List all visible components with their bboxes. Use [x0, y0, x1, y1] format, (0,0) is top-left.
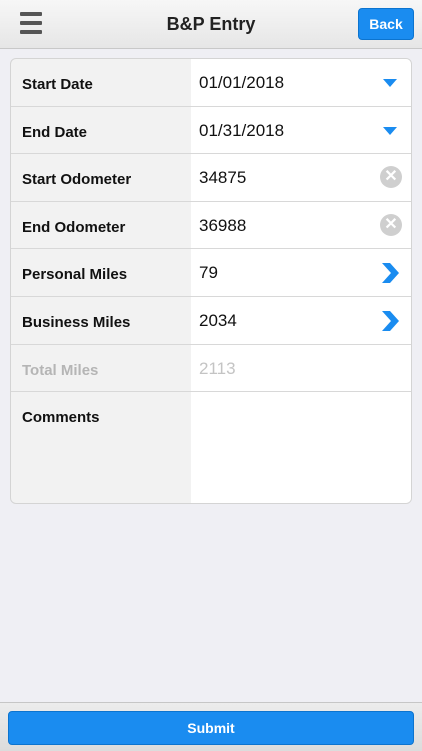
chevron-right-icon[interactable]: [377, 260, 403, 286]
start-odometer-value: 34875: [199, 168, 247, 188]
personal-miles-label: Personal Miles: [22, 266, 128, 284]
end-odometer-field[interactable]: 36988 ✕: [191, 201, 411, 249]
entry-form: Start Date 01/01/2018 End Date 01/31/201…: [10, 58, 412, 504]
total-miles-field: 2113: [191, 344, 411, 392]
start-odometer-field[interactable]: 34875 ✕: [191, 154, 411, 201]
total-miles-row: Total Miles 2113: [11, 344, 411, 393]
comments-row: Comments: [11, 392, 411, 503]
end-odometer-row: End Odometer 36988 ✕: [11, 201, 411, 250]
clear-icon[interactable]: ✕: [380, 213, 402, 236]
business-miles-row[interactable]: Business Miles 2034: [11, 296, 411, 345]
end-odometer-value: 36988: [199, 215, 247, 235]
comments-label: Comments: [22, 409, 100, 427]
start-date-label: Start Date: [22, 76, 93, 93]
chevron-right-icon[interactable]: [377, 308, 403, 334]
end-date-row[interactable]: End Date 01/31/2018: [11, 106, 411, 155]
footer-bar: Submit: [0, 702, 422, 751]
business-miles-label: Business Miles: [22, 313, 131, 331]
comments-field[interactable]: [191, 392, 411, 503]
end-date-label: End Date: [22, 123, 88, 141]
business-miles-field[interactable]: 2034: [191, 296, 411, 344]
dropdown-arrow-icon[interactable]: [383, 79, 397, 87]
submit-button[interactable]: Submit: [8, 711, 414, 745]
end-date-value: 01/31/2018: [199, 120, 285, 140]
clear-icon[interactable]: ✕: [380, 166, 402, 189]
end-odometer-label: End Odometer: [22, 218, 126, 236]
header-bar: B&P Entry Back: [0, 0, 422, 49]
start-odometer-label: Start Odometer: [22, 171, 132, 189]
start-date-row[interactable]: Start Date 01/01/2018: [11, 59, 411, 107]
personal-miles-value: 79: [199, 263, 218, 283]
start-odometer-row: Start Odometer 34875 ✕: [11, 154, 411, 202]
back-button[interactable]: Back: [358, 8, 414, 40]
business-miles-value: 2034: [199, 310, 237, 330]
personal-miles-field[interactable]: 79: [191, 249, 411, 296]
start-date-field[interactable]: 01/01/2018: [191, 59, 411, 106]
end-date-field[interactable]: 01/31/2018: [191, 106, 411, 154]
start-date-value: 01/01/2018: [199, 73, 285, 92]
total-miles-label: Total Miles: [22, 361, 99, 379]
total-miles-value: 2113: [199, 358, 236, 378]
personal-miles-row[interactable]: Personal Miles 79: [11, 249, 411, 297]
dropdown-arrow-icon[interactable]: [383, 126, 397, 135]
